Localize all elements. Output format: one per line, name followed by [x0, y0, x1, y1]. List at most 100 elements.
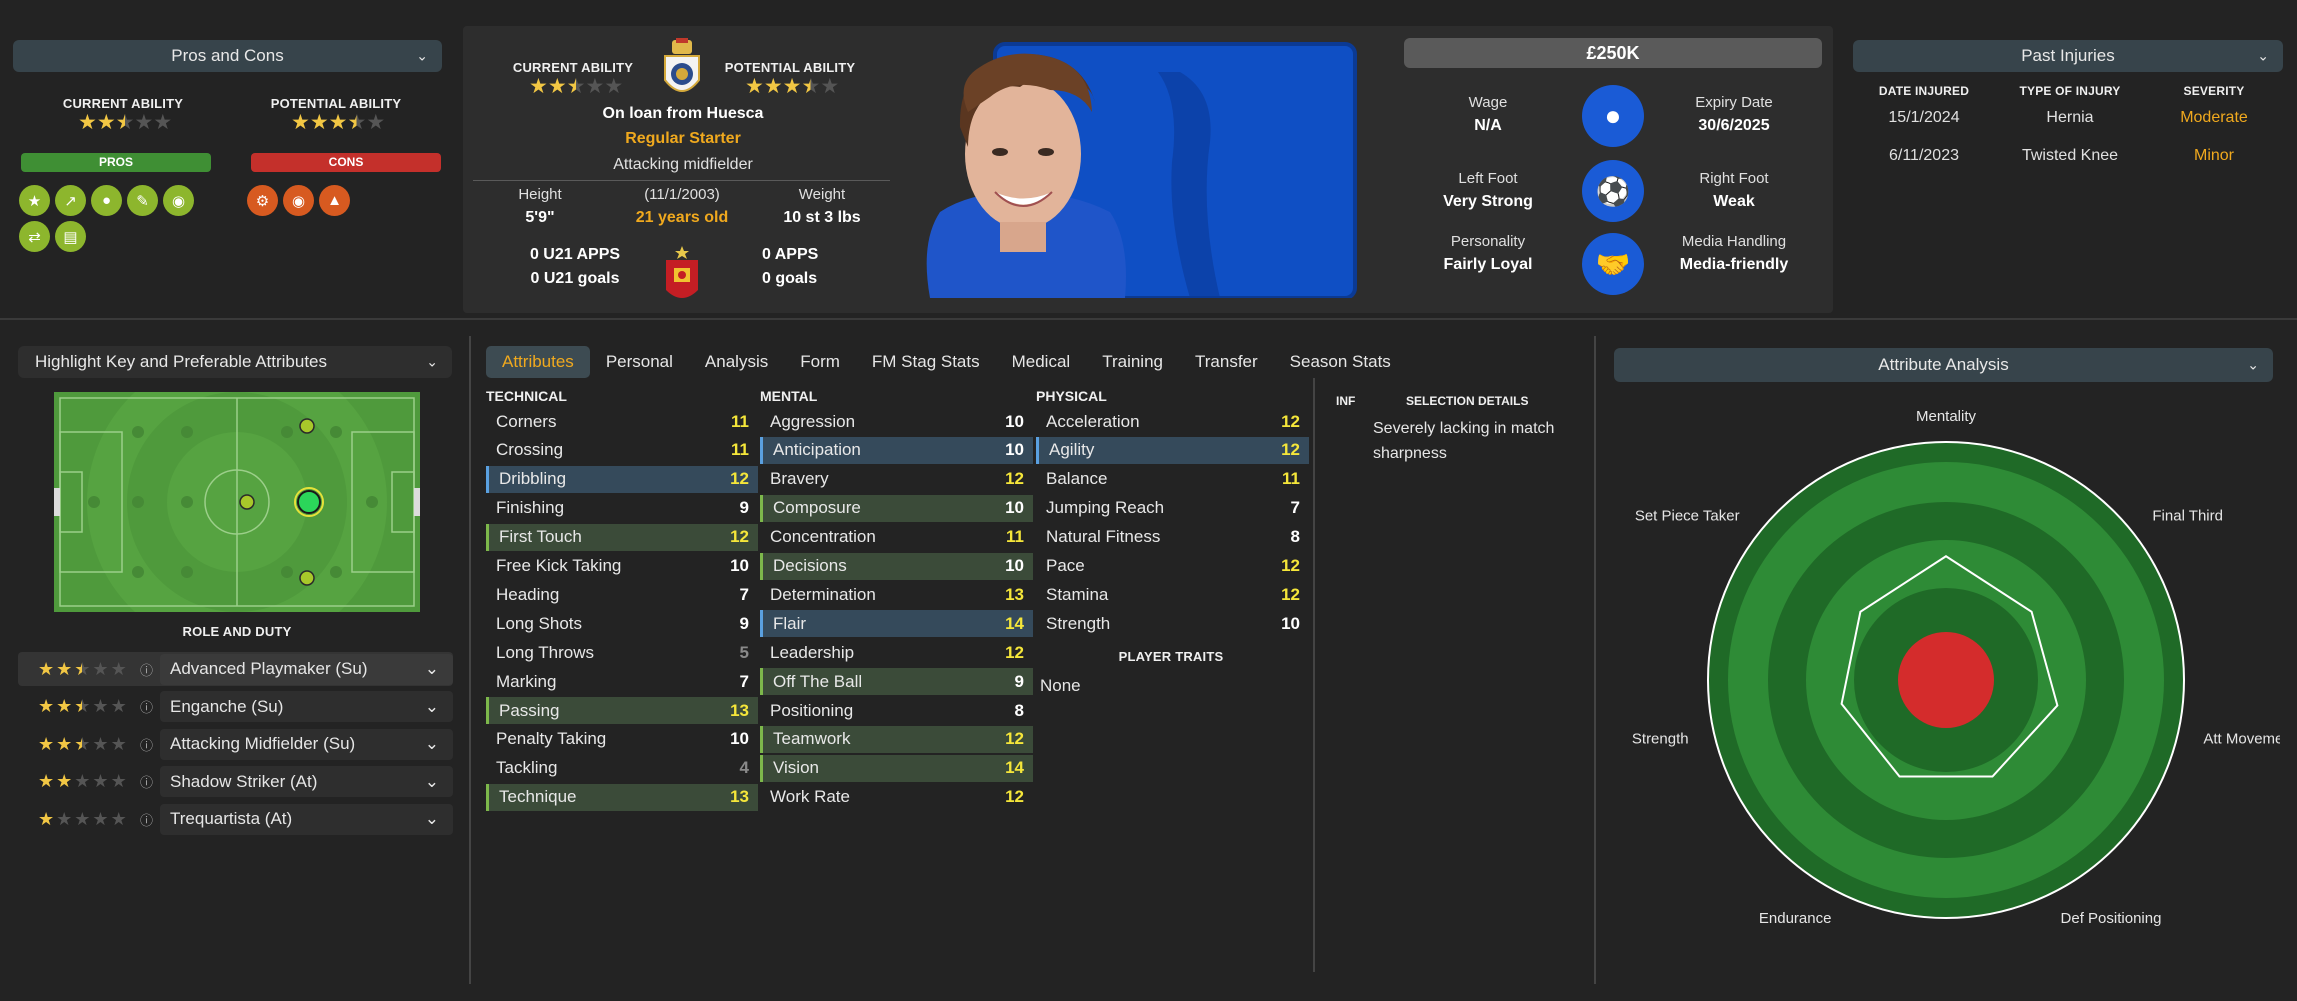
tab-form[interactable]: Form	[784, 346, 856, 378]
attribute-row[interactable]: Dribbling 12	[486, 465, 758, 493]
role-select[interactable]: Shadow Striker (At) ⌄	[160, 766, 453, 797]
pencil-icon[interactable]: ✎	[127, 185, 158, 216]
attribute-analysis-dropdown[interactable]: Attribute Analysis ⌄	[1614, 348, 2273, 382]
media-value: Media-friendly	[1679, 256, 1789, 273]
attribute-row[interactable]: Natural Fitness 8	[1036, 524, 1309, 551]
role-select[interactable]: Trequartista (At) ⌄	[160, 803, 453, 835]
info-icon[interactable]: ⓘ	[140, 810, 160, 829]
attribute-row[interactable]: Long Shots 9	[486, 610, 758, 637]
attribute-name: Tackling	[496, 758, 558, 778]
attribute-name: Bravery	[770, 469, 829, 489]
header-potential-stars: ★★★★★	[745, 75, 840, 98]
attribute-row[interactable]: Leadership 12	[760, 639, 1033, 666]
attribute-row[interactable]: Teamwork 12	[760, 725, 1033, 753]
head-icon[interactable]: ●	[91, 185, 122, 216]
star-icon[interactable]: ★	[19, 185, 50, 216]
attribute-name: Positioning	[770, 700, 854, 720]
tab-personal[interactable]: Personal	[590, 346, 689, 378]
role-select[interactable]: Attacking Midfielder (Su) ⌄	[160, 728, 453, 760]
attribute-row[interactable]: Passing 13	[486, 697, 758, 724]
whistle-icon[interactable]: ◉	[283, 185, 314, 216]
info-icon[interactable]: ⓘ	[140, 660, 160, 679]
attribute-name: Penalty Taking	[496, 729, 607, 749]
role-row[interactable]: ★ ★ ★ ★ ★ ⓘ Shadow Striker (At) ⌄	[18, 765, 453, 799]
info-icon[interactable]: ⓘ	[140, 697, 160, 716]
injury-date: 15/1/2024	[1888, 109, 1960, 126]
attribute-name: Long Throws	[496, 642, 594, 662]
attribute-row[interactable]: Balance 11	[1036, 466, 1309, 493]
attribute-name: Composure	[773, 498, 861, 518]
moneybag-icon: ●	[1582, 85, 1644, 147]
attribute-row[interactable]: Finishing 9	[486, 495, 758, 522]
tab-season-stats[interactable]: Season Stats	[1274, 346, 1407, 378]
flask-icon[interactable]: ▲	[319, 185, 350, 216]
divider-right	[1594, 336, 1596, 984]
tab-transfer[interactable]: Transfer	[1179, 346, 1274, 378]
physical-header: PHYSICAL	[1036, 388, 1107, 404]
attribute-row[interactable]: Concentration 11	[760, 524, 1033, 551]
clipboard-icon[interactable]: ▤	[55, 221, 86, 252]
info-icon[interactable]: ⓘ	[140, 772, 160, 791]
attribute-row[interactable]: Free Kick Taking 10	[486, 553, 758, 580]
tab-fm-stag-stats[interactable]: FM Stag Stats	[856, 346, 996, 378]
attribute-row[interactable]: Crossing 11	[486, 437, 758, 464]
pc-potential-ability-stars: ★★★★★	[291, 111, 386, 134]
attribute-row[interactable]: Composure 10	[760, 494, 1033, 522]
divider-mid	[1313, 378, 1315, 972]
attribute-row[interactable]: Off The Ball 9	[760, 668, 1033, 696]
role-row[interactable]: ★ ★ ★ ★ ★ ⓘ Trequartista (At) ⌄	[18, 802, 453, 836]
attribute-row[interactable]: Strength 10	[1036, 610, 1309, 637]
role-select[interactable]: Advanced Playmaker (Su) ⌄	[160, 653, 453, 685]
role-select[interactable]: Enganche (Su) ⌄	[160, 691, 453, 722]
attribute-row[interactable]: Positioning 8	[760, 697, 1033, 724]
attribute-row[interactable]: Work Rate 12	[760, 784, 1033, 811]
role-row[interactable]: ★ ★ ★ ★ ★ ⓘ Advanced Playmaker (Su) ⌄	[18, 652, 453, 686]
attribute-row[interactable]: Flair 14	[760, 610, 1033, 638]
tab-attributes[interactable]: Attributes	[486, 346, 590, 378]
senior-goals: 0 goals	[762, 270, 818, 287]
attribute-row[interactable]: Tackling 4	[486, 755, 758, 782]
pros-cons-dropdown[interactable]: Pros and Cons ⌄	[13, 40, 442, 72]
role-name: Trequartista (At)	[170, 809, 293, 828]
attribute-row[interactable]: Determination 13	[760, 581, 1033, 608]
attribute-row[interactable]: Corners 11	[486, 408, 758, 435]
tab-medical[interactable]: Medical	[996, 346, 1087, 378]
attribute-row[interactable]: Jumping Reach 7	[1036, 495, 1309, 522]
attribute-row[interactable]: Anticipation 10	[760, 436, 1033, 464]
weight-label: Weight	[798, 186, 846, 203]
role-duty-label: ROLE AND DUTY	[182, 624, 292, 639]
info-icon[interactable]: ⓘ	[140, 735, 160, 754]
attribute-row[interactable]: Penalty Taking 10	[486, 726, 758, 753]
attribute-name: Teamwork	[773, 729, 851, 749]
highlight-attributes-dropdown[interactable]: Highlight Key and Preferable Attributes …	[18, 346, 452, 378]
eye-icon[interactable]: ◉	[163, 185, 194, 216]
tab-analysis[interactable]: Analysis	[689, 346, 784, 378]
gears-icon[interactable]: ⚙	[247, 185, 278, 216]
attribute-value: 10	[1005, 440, 1024, 460]
attribute-value: 12	[1281, 440, 1300, 460]
attribute-row[interactable]: First Touch 12	[486, 523, 758, 551]
handshake-icon[interactable]: ⇄	[19, 221, 50, 252]
attribute-row[interactable]: Heading 7	[486, 581, 758, 608]
height-value: 5'9"	[525, 209, 555, 226]
tab-training[interactable]: Training	[1086, 346, 1179, 378]
attribute-row[interactable]: Pace 12	[1036, 553, 1309, 580]
radar-axis-label: Set Piece Taker	[1635, 507, 1740, 524]
past-injuries-label: Past Injuries	[2021, 46, 2115, 65]
role-row[interactable]: ★ ★ ★ ★ ★ ⓘ Enganche (Su) ⌄	[18, 690, 453, 724]
attribute-row[interactable]: Stamina 12	[1036, 581, 1309, 608]
attribute-row[interactable]: Decisions 10	[760, 552, 1033, 580]
attribute-row[interactable]: Technique 13	[486, 783, 758, 811]
attribute-row[interactable]: Acceleration 12	[1036, 408, 1309, 435]
role-row[interactable]: ★ ★ ★ ★ ★ ⓘ Attacking Midfielder (Su) ⌄	[18, 727, 453, 761]
attribute-row[interactable]: Vision 14	[760, 754, 1033, 782]
injury-type: Twisted Knee	[2021, 147, 2119, 164]
attribute-row[interactable]: Bravery 12	[760, 466, 1033, 493]
weight-value: 10 st 3 lbs	[783, 209, 861, 226]
attribute-row[interactable]: Agility 12	[1036, 436, 1309, 464]
attribute-row[interactable]: Aggression 10	[760, 408, 1033, 435]
attribute-row[interactable]: Long Throws 5	[486, 639, 758, 666]
attribute-row[interactable]: Marking 7	[486, 668, 758, 695]
trend-up-icon[interactable]: ↗	[55, 185, 86, 216]
past-injuries-dropdown[interactable]: Past Injuries ⌄	[1853, 40, 2283, 72]
